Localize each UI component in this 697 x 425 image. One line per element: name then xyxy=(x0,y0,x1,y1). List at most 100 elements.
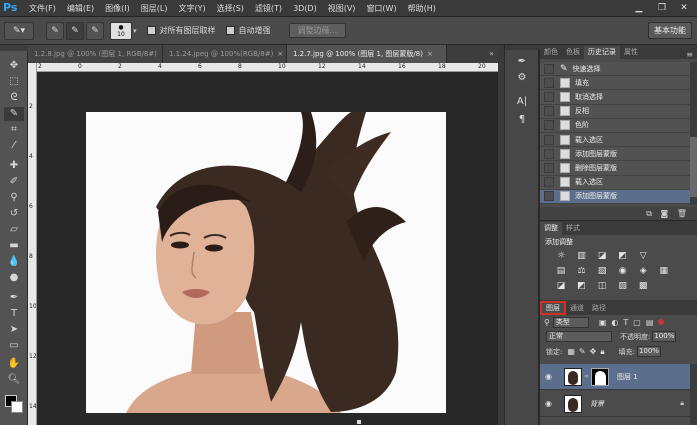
history-source-checkbox[interactable] xyxy=(544,134,554,145)
clone-stamp-tool-icon[interactable]: ⚲ xyxy=(4,191,24,205)
lock-image-icon[interactable]: ✎ xyxy=(579,347,586,356)
menu-file[interactable]: 文件(F) xyxy=(29,3,56,14)
eraser-tool-icon[interactable]: ▱ xyxy=(4,223,24,237)
history-source-checkbox[interactable] xyxy=(544,191,554,202)
history-source-checkbox[interactable] xyxy=(544,177,554,188)
tab-swatches[interactable]: 色板 xyxy=(562,46,584,59)
doc-tab-active[interactable]: 1.2.7.jpg @ 100% (图层 1, 图层蒙版/8) × xyxy=(287,45,447,63)
history-item[interactable]: 反相 xyxy=(540,104,690,119)
trash-icon[interactable]: 🗑︎ xyxy=(677,209,687,218)
visibility-eye-icon[interactable]: ◉ xyxy=(545,399,557,408)
lock-transparent-icon[interactable]: ▦ xyxy=(567,347,575,356)
dodge-tool-icon[interactable]: ● xyxy=(4,271,24,285)
shape-tool-icon[interactable]: ▭ xyxy=(4,339,24,353)
history-source-checkbox[interactable] xyxy=(544,63,554,74)
menu-edit[interactable]: 编辑(E) xyxy=(67,3,94,14)
history-item[interactable]: ✎ 快速选择 xyxy=(540,62,690,77)
layer-row-selected[interactable]: ◉ ∞ 图层 1 xyxy=(540,364,690,390)
healing-brush-tool-icon[interactable]: ✚ xyxy=(4,159,24,173)
threshold-icon[interactable]: ◫ xyxy=(596,281,608,292)
history-source-checkbox[interactable] xyxy=(544,162,554,173)
lock-position-icon[interactable]: ✥ xyxy=(590,347,597,356)
tool-preset-icon[interactable]: ⚙ xyxy=(511,71,533,85)
tab-color[interactable]: 颜色 xyxy=(540,46,562,59)
marquee-tool-icon[interactable]: ⬚ xyxy=(4,75,24,89)
vertical-ruler[interactable]: 2 4 6 8 10 12 14 xyxy=(28,63,37,425)
history-item[interactable]: 添加图层蒙版 xyxy=(540,147,690,162)
color-balance-icon[interactable]: ⚖ xyxy=(576,266,588,277)
menu-3d[interactable]: 3D(D) xyxy=(293,4,317,13)
toolbar-grip[interactable] xyxy=(0,45,28,51)
tab-overflow-icon[interactable]: » xyxy=(447,45,498,63)
path-selection-tool-icon[interactable]: ➤ xyxy=(4,323,24,337)
close-icon[interactable]: × xyxy=(427,50,433,58)
minimize-button[interactable]: ▁ xyxy=(628,0,650,17)
history-item[interactable]: 取消选择 xyxy=(540,90,690,105)
crop-tool-icon[interactable]: ⌗ xyxy=(4,123,24,137)
tab-styles[interactable]: 样式 xyxy=(562,222,584,235)
tool-preset-picker[interactable]: ✎▾ xyxy=(4,21,34,40)
filter-pixel-icon[interactable]: ▣ xyxy=(599,318,607,327)
tab-channels[interactable]: 通道 xyxy=(566,302,588,315)
panel-menu-icon[interactable]: ≡ xyxy=(686,50,693,59)
layers-scrollbar[interactable] xyxy=(690,364,697,425)
workspace-button[interactable]: 基本功能 xyxy=(648,22,692,39)
close-icon[interactable]: × xyxy=(277,50,283,58)
close-button[interactable]: ✕ xyxy=(673,0,695,17)
new-selection-button[interactable]: ✎ xyxy=(46,21,64,40)
brightness-contrast-icon[interactable]: ☼ xyxy=(555,251,567,262)
restore-button[interactable]: ❐ xyxy=(651,0,673,17)
tab-layers[interactable]: 图层 xyxy=(540,301,566,315)
brush-size-picker[interactable]: ● 10 xyxy=(110,21,132,40)
tab-paths[interactable]: 路径 xyxy=(588,302,610,315)
history-item[interactable]: 删除图层蒙版 xyxy=(540,161,690,176)
camera-icon[interactable]: ◙ xyxy=(661,209,669,218)
move-tool-icon[interactable]: ✥ xyxy=(4,59,24,73)
snapshot-from-state-icon[interactable]: ⧉ xyxy=(646,209,652,218)
hand-tool-icon[interactable]: ✋ xyxy=(4,357,24,371)
history-source-checkbox[interactable] xyxy=(544,148,554,159)
brush-preset-icon[interactable]: ✒ xyxy=(511,55,533,69)
doc-tab-1[interactable]: 1.2.8.jpg @ 100% (图层 1, RGB/8#)× xyxy=(28,45,163,63)
gradient-map-icon[interactable]: ▨ xyxy=(617,281,629,292)
menu-window[interactable]: 窗口(W) xyxy=(366,3,396,14)
history-item[interactable]: 载入选区 xyxy=(540,175,690,190)
sample-all-layers-checkbox[interactable]: 对所有图层取样 xyxy=(146,25,216,36)
filter-smart-object-icon[interactable]: ▤ xyxy=(646,318,654,327)
fill-input[interactable]: 100% xyxy=(636,346,661,357)
horizontal-ruler[interactable]: 2 0 2 4 6 8 10 12 14 16 18 20 xyxy=(36,63,498,72)
history-scroll-thumb[interactable] xyxy=(690,137,697,197)
eyedropper-tool-icon[interactable]: ⁄ xyxy=(4,139,24,153)
selective-color-icon[interactable]: ▩ xyxy=(637,281,649,292)
filter-type-icon[interactable]: T xyxy=(623,318,628,327)
mask-link-icon[interactable]: ∞ xyxy=(584,373,589,380)
layer-row-background[interactable]: ◉ 背景 🔒︎ xyxy=(540,391,690,417)
document-canvas[interactable] xyxy=(37,72,498,425)
zoom-tool-icon[interactable]: 🔍︎ xyxy=(4,373,24,387)
filter-type-select[interactable]: 类型 xyxy=(552,316,589,328)
invert-icon[interactable]: ◪ xyxy=(555,281,567,292)
menu-filter[interactable]: 滤镜(T) xyxy=(255,3,282,14)
history-item[interactable]: 载入选区 xyxy=(540,132,690,148)
posterize-icon[interactable]: ◩ xyxy=(576,281,588,292)
history-scrollbar[interactable] xyxy=(690,62,697,205)
tab-adjustments[interactable]: 调整 xyxy=(540,222,562,235)
black-white-icon[interactable]: ▧ xyxy=(596,266,608,277)
checkbox-box[interactable] xyxy=(146,26,156,35)
levels-icon[interactable]: ▥ xyxy=(576,251,588,262)
gradient-tool-icon[interactable]: ▬ xyxy=(4,239,24,253)
history-source-checkbox[interactable] xyxy=(544,77,554,88)
color-lookup-icon[interactable]: ▦ xyxy=(658,266,670,277)
curves-icon[interactable]: ◪ xyxy=(596,251,608,262)
tab-properties[interactable]: 属性 xyxy=(620,46,642,59)
lasso-tool-icon[interactable]: ᘓ xyxy=(4,91,24,105)
add-to-selection-button[interactable]: ✎ xyxy=(66,21,84,40)
history-source-checkbox[interactable] xyxy=(544,120,554,131)
history-source-checkbox[interactable] xyxy=(544,91,554,102)
filter-adjustment-icon[interactable]: ◐ xyxy=(611,318,618,327)
history-item-selected[interactable]: 添加图层蒙版 xyxy=(540,189,690,204)
pen-tool-icon[interactable]: ✒ xyxy=(4,291,24,305)
auto-enhance-checkbox[interactable]: 自动增强 xyxy=(225,25,271,36)
dock-grip[interactable] xyxy=(505,45,540,50)
filter-toggle-icon[interactable] xyxy=(658,319,665,325)
